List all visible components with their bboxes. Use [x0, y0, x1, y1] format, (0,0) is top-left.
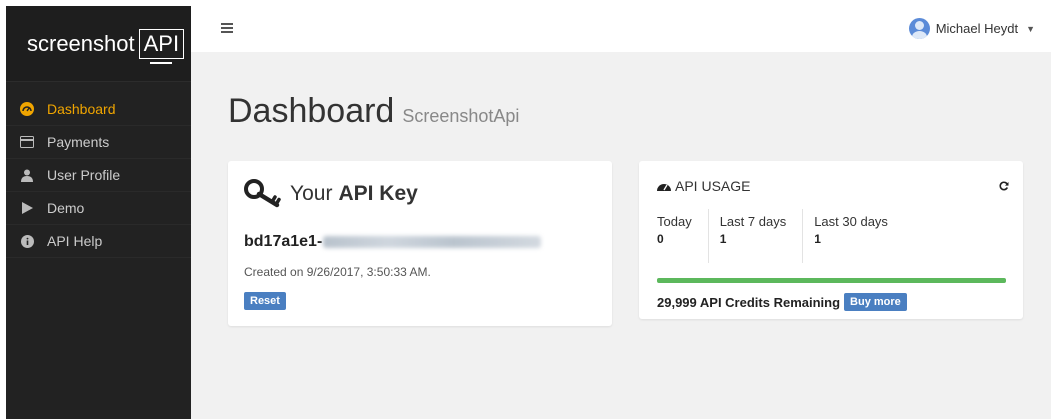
stat-label: Last 7 days	[719, 214, 787, 229]
usage-stats: Today 0 Last 7 days 1 Last 30 days 1	[657, 209, 904, 263]
sidebar-item-label: User Profile	[47, 167, 121, 183]
key-icon	[244, 179, 281, 208]
page-heading: Dashboard	[228, 92, 395, 130]
api-usage-title: API USAGE	[675, 178, 751, 194]
sidebar-item-api-help[interactable]: API Help	[6, 225, 191, 258]
api-key-visible-part: bd17a1e1-	[244, 233, 323, 250]
api-key-card: Your API Key bd17a1e1- Created on 9/26/2…	[228, 161, 612, 326]
credit-card-icon	[20, 135, 34, 149]
api-key-blurred-part	[323, 236, 542, 248]
user-menu[interactable]: Michael Heydt ▼	[908, 18, 1035, 39]
sidebar-item-label: Demo	[47, 200, 85, 216]
dashboard-icon	[20, 102, 34, 116]
sidebar-item-label: Payments	[47, 134, 110, 150]
credits-progress-fill	[657, 278, 1006, 283]
brand-api-box: API	[138, 28, 185, 64]
user-icon	[20, 168, 34, 182]
api-key-value[interactable]: bd17a1e1-	[244, 233, 542, 251]
buy-more-button[interactable]: Buy more	[844, 293, 907, 311]
sidebar-item-payments[interactable]: Payments	[6, 126, 191, 159]
stat-value: 0	[657, 232, 664, 246]
play-icon	[20, 201, 34, 215]
stat-last-7-days: Last 7 days 1	[707, 209, 803, 263]
sidebar-item-demo[interactable]: Demo	[6, 192, 191, 225]
api-key-created-date: Created on 9/26/2017, 3:50:33 AM.	[244, 265, 431, 279]
credits-remaining: 29,999 API Credits Remaining Buy more	[657, 293, 907, 311]
info-icon	[20, 234, 34, 248]
stat-value: 1	[719, 232, 727, 246]
page-title: Dashboard ScreenshotApi	[228, 92, 519, 131]
sidebar-item-dashboard[interactable]: Dashboard	[6, 93, 191, 126]
sidebar-item-label: API Help	[47, 233, 103, 249]
reset-button[interactable]: Reset	[244, 292, 286, 310]
api-usage-heading: API USAGE	[657, 178, 750, 194]
credits-progress-bar	[657, 278, 1006, 283]
user-name: Michael Heydt	[935, 21, 1019, 36]
refresh-icon[interactable]	[999, 178, 1009, 196]
stat-label: Last 30 days	[814, 214, 888, 229]
avatar	[908, 18, 930, 39]
hamburger-menu-icon[interactable]	[221, 23, 233, 33]
credits-text: 29,999 API Credits Remaining	[657, 294, 841, 310]
sidebar-item-user-profile[interactable]: User Profile	[6, 159, 191, 192]
page-subtitle: ScreenshotApi	[402, 106, 520, 126]
brand-text: screenshot	[27, 30, 135, 56]
stat-label: Today	[657, 214, 692, 229]
stat-last-30-days: Last 30 days 1	[802, 209, 904, 263]
sidebar: screenshot API Dashboard Payments User P…	[6, 6, 191, 419]
api-key-heading-bold: API Key	[338, 182, 418, 205]
brand-logo[interactable]: screenshot API	[6, 6, 191, 82]
api-key-heading-prefix: Your	[290, 182, 333, 205]
app-frame: screenshot API Dashboard Payments User P…	[6, 6, 1051, 419]
stat-value: 1	[814, 232, 821, 246]
top-bar: Michael Heydt ▼	[191, 6, 1051, 52]
sidebar-nav: Dashboard Payments User Profile Demo API…	[6, 93, 191, 258]
caret-down-icon: ▼	[1026, 23, 1035, 34]
api-key-heading: Your API Key	[244, 179, 418, 209]
stat-today: Today 0	[657, 209, 708, 263]
api-usage-card: API USAGE Today 0 Last 7 days 1 Last 30 …	[639, 161, 1023, 319]
sidebar-item-label: Dashboard	[47, 101, 116, 117]
dashboard-icon	[657, 184, 671, 191]
